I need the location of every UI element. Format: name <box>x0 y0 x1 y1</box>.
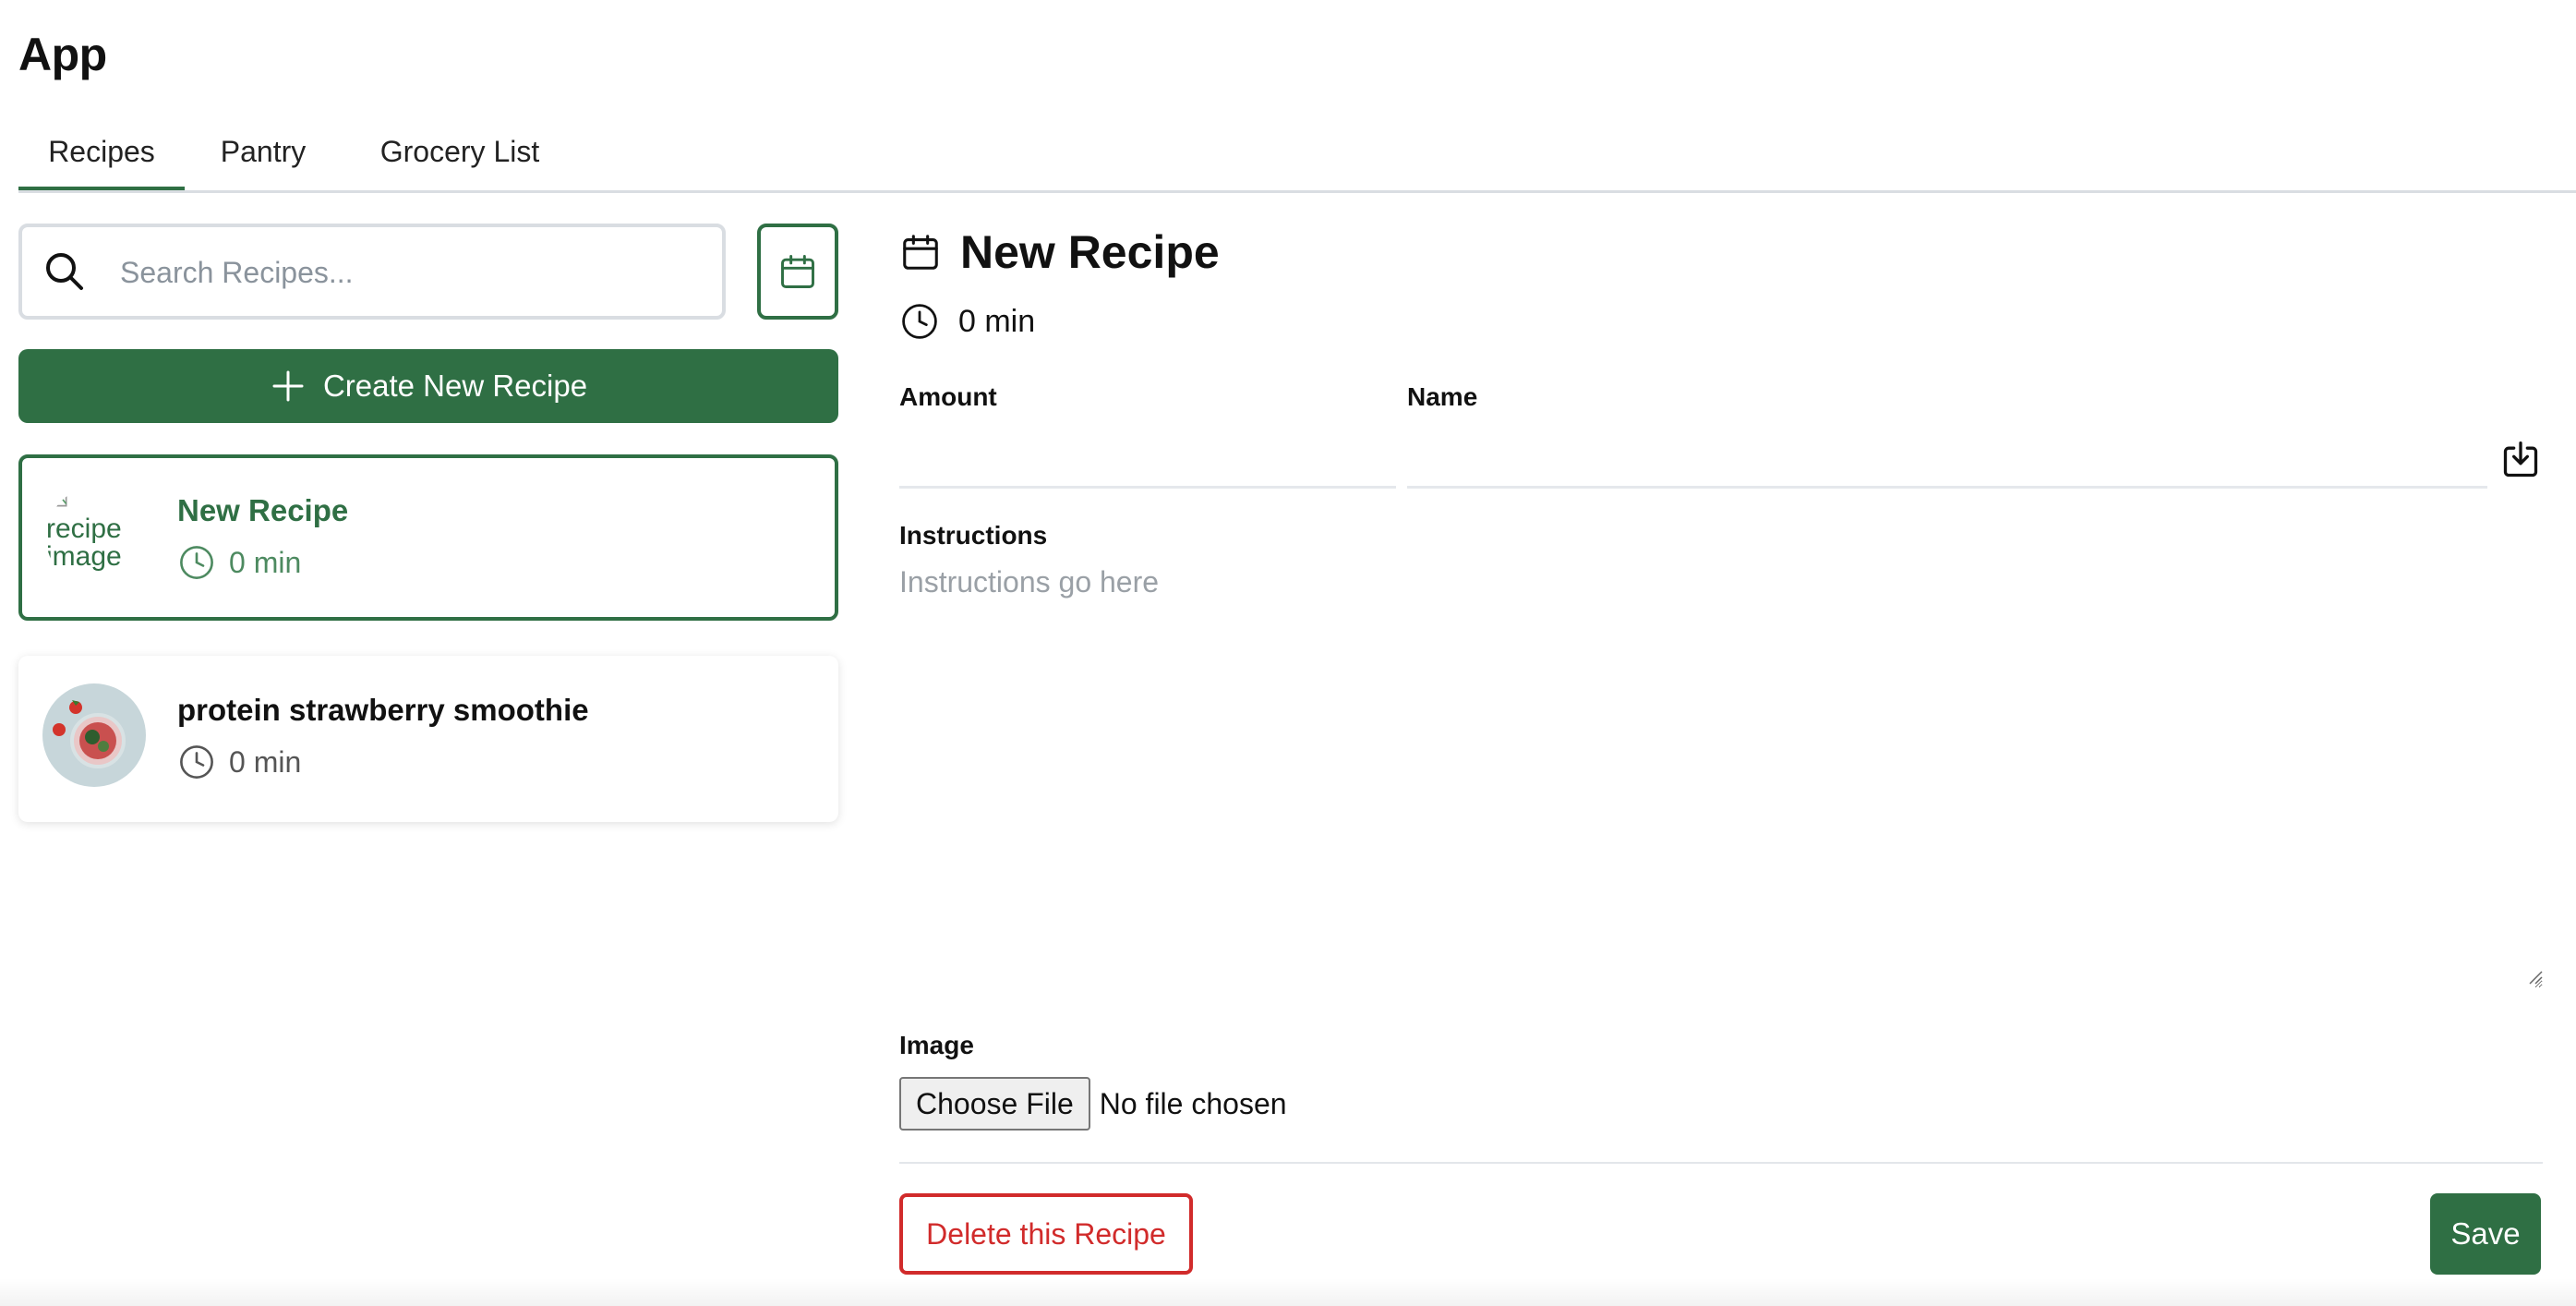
clock-icon <box>180 546 213 579</box>
recipe-thumbnail-broken: recipe image <box>46 486 150 589</box>
calendar-icon[interactable] <box>899 231 942 273</box>
name-label: Name <box>1407 382 1478 411</box>
tab-pantry[interactable]: Pantry <box>196 127 331 190</box>
search-box <box>18 224 726 320</box>
search-input[interactable] <box>118 236 694 308</box>
recipe-card-title: protein strawberry smoothie <box>177 693 589 727</box>
resize-grip-icon[interactable] <box>2526 968 2543 985</box>
tab-recipes[interactable]: Recipes <box>18 127 185 190</box>
search-icon <box>46 253 83 290</box>
plus-icon <box>272 370 304 402</box>
instructions-textarea[interactable] <box>899 565 2543 988</box>
smoothie-photo <box>42 683 146 787</box>
broken-image-icon <box>49 489 67 507</box>
amount-input[interactable] <box>899 425 1396 489</box>
amount-label: Amount <box>899 382 997 411</box>
delete-recipe-button[interactable]: Delete this Recipe <box>899 1193 1193 1275</box>
recipe-card-title: New Recipe <box>177 493 349 527</box>
recipe-time-text[interactable]: 0 min <box>958 304 1035 340</box>
recipe-card-time: 0 min <box>177 743 301 781</box>
save-button[interactable]: Save <box>2430 1193 2541 1275</box>
recipe-card-time: 0 min <box>177 543 301 582</box>
clock-icon <box>902 304 937 339</box>
image-label: Image <box>899 1031 974 1059</box>
name-input[interactable] <box>1407 425 2487 489</box>
bottom-shadow <box>0 1278 2576 1306</box>
recipe-thumbnail <box>42 683 146 787</box>
recipe-header: New Recipe <box>899 225 1220 279</box>
instructions-label: Instructions <box>899 521 1048 550</box>
file-picker: Choose File No file chosen <box>899 1077 1287 1131</box>
file-status: No file chosen <box>1099 1086 1287 1120</box>
recipe-card-time-text: 0 min <box>229 744 302 779</box>
thumbnail-alt-text: recipe image <box>46 514 122 572</box>
tab-bar: Recipes Pantry Grocery List <box>18 127 2576 193</box>
choose-file-button[interactable]: Choose File <box>899 1077 1090 1131</box>
calendar-icon <box>781 255 814 288</box>
recipe-card-protein-strawberry-smoothie[interactable]: protein strawberry smoothie 0 min <box>18 656 838 822</box>
recipe-card-time-text: 0 min <box>229 545 302 579</box>
footer-divider <box>899 1162 2543 1164</box>
recipe-card-new-recipe[interactable]: recipe image New Recipe 0 min <box>18 454 838 621</box>
app-title: App <box>18 29 107 80</box>
clock-icon <box>180 745 213 779</box>
create-recipe-button[interactable]: Create New Recipe <box>18 349 838 423</box>
recipe-title[interactable]: New Recipe <box>960 225 1220 279</box>
tab-grocery-list[interactable]: Grocery List <box>347 127 572 190</box>
recipe-time: 0 min <box>899 301 1035 342</box>
create-recipe-label: Create New Recipe <box>322 369 588 403</box>
calendar-button[interactable] <box>757 224 838 320</box>
add-ingredient-icon[interactable] <box>2500 440 2541 480</box>
